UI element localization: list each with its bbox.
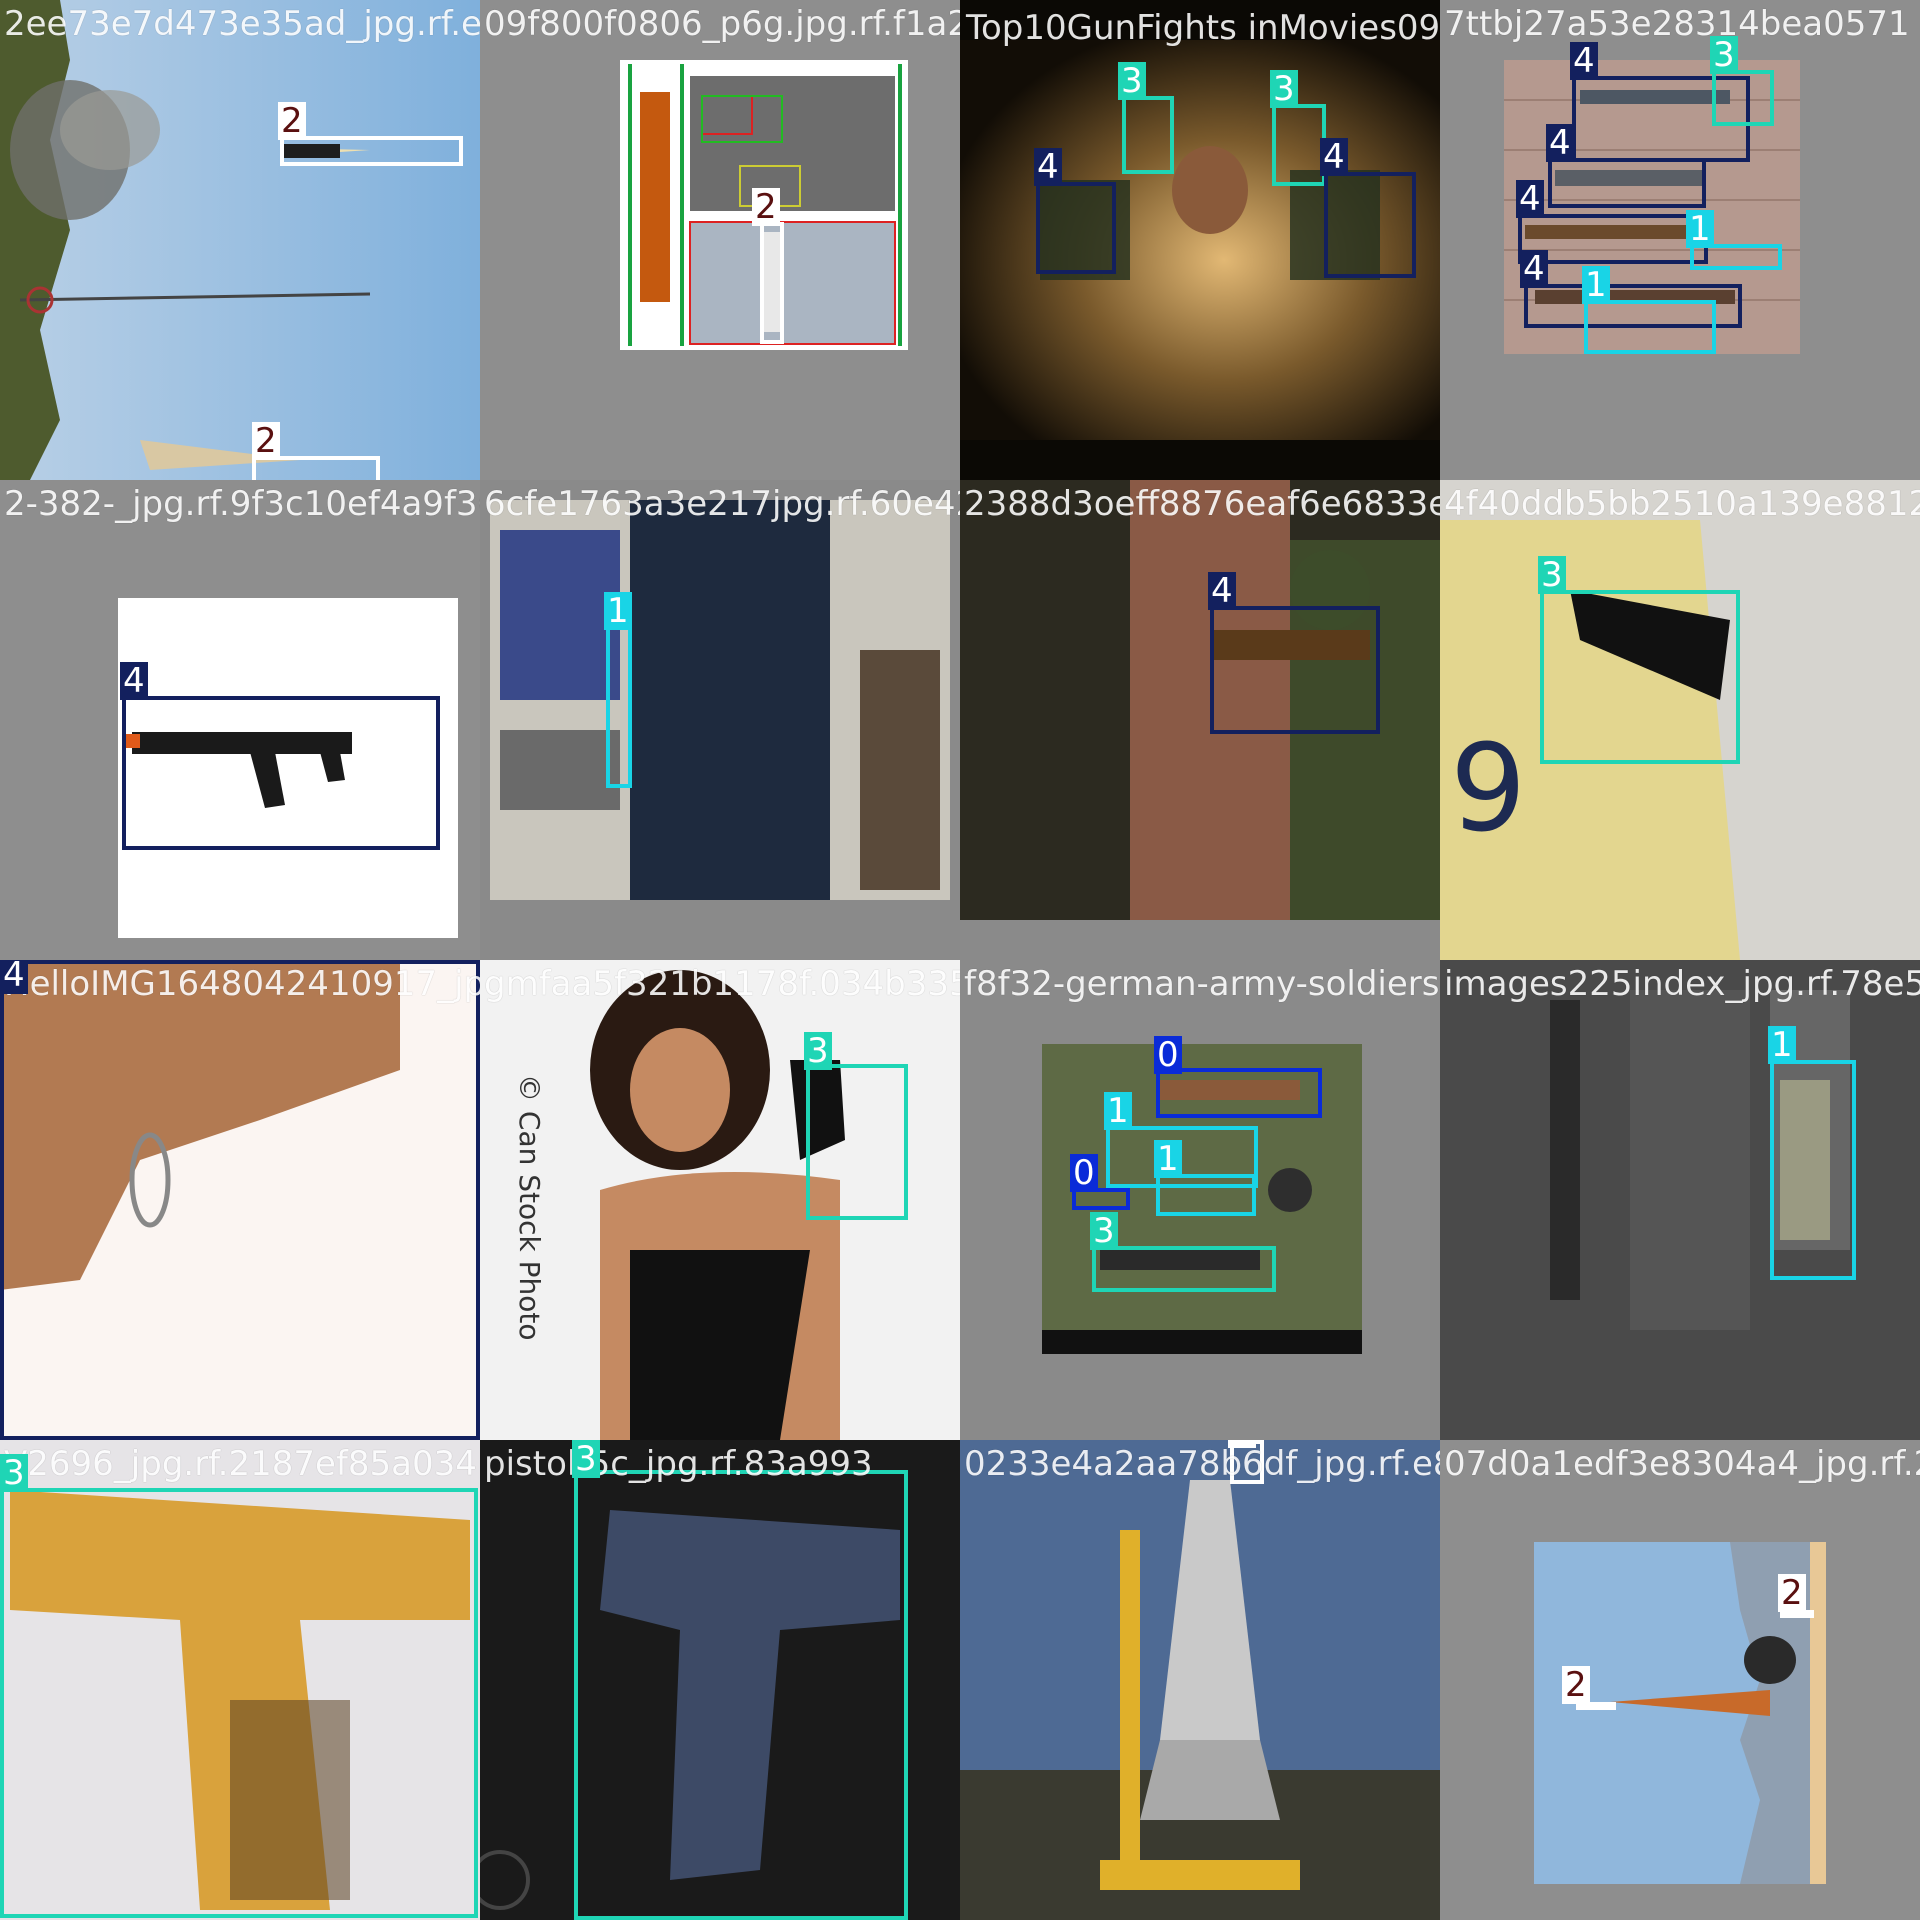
class-label: 0 [1154,1036,1182,1074]
class-label: 4 [1516,180,1544,218]
detection-box [1092,1246,1276,1292]
rocket-launch-image [0,0,480,480]
tile-title: V2696_jpg.rf.2187ef85a034 [4,1444,477,1484]
tile-title: Top10GunFights inMovies09 [966,8,1440,48]
class-label: 3 [804,1032,832,1070]
class-label: 4 [1570,42,1598,80]
tile-rocket-tower: 0233e4a2aa78b6df_jpg.rf.e8 2 [960,1440,1440,1920]
class-label: 2 [1562,1666,1590,1704]
class-label: 4 [1208,572,1236,610]
class-label: 3 [1710,36,1738,74]
office-cctv-image [480,480,960,960]
detection-box [1584,300,1716,354]
detection-box [806,1064,908,1220]
tile-army-equipment: f8f32-german-army-soldiers-equipment 0 1… [960,960,1440,1440]
class-label: 1 [1154,1140,1182,1178]
tile-title: pistol-5c_jpg.rf.83a993 [484,1444,873,1484]
tile-gun-collection: 7ttbj27a53e28314bea0571 4 3 4 4 1 4 1 [1440,0,1920,480]
tile-office-cctv: 6cfe1763a3e217jpg.rf.60e429e 1 [480,480,960,960]
detection-box [1324,172,1416,278]
tile-title: 0233e4a2aa78b6df_jpg.rf.e8 [964,1444,1440,1484]
class-label: 1 [1686,210,1714,248]
detection-box [1540,590,1740,764]
tile-rifle-stock: HelloIMG1648042410917_jpeg.rf.5f32 4 [0,960,480,1440]
class-label: 2 [752,188,780,226]
tile-title: images225index_jpg.rf.78e5 [1444,964,1920,1004]
tile-title: 2ee73e7d473e35ad_jpg.rf.ea0900730d6f786 [4,4,480,44]
class-label: 4 [1320,138,1348,176]
tile-rocket-launch: 2ee73e7d473e35ad_jpg.rf.ea0900730d6f786 … [0,0,480,480]
tile-handgun-shirt: 9 4f40ddb5bb2510a139e8812a 3 [1440,480,1920,960]
class-label: 4 [0,960,28,994]
detection-box [1548,158,1706,208]
detection-box [574,1470,908,1920]
tile-title: 07d0a1edf3e8304a4_jpg.rf.2 [1444,1444,1920,1484]
svg-text:9: 9 [1450,720,1526,859]
class-label: 3 [0,1454,28,1492]
tile-missile-desert: 07d0a1edf3e8304a4_jpg.rf.2 2 2 [1440,1440,1920,1920]
detection-box [122,696,440,850]
tile-title: 09f800f0806_p6g.jpg.rf.f1a242 [484,4,960,44]
tile-title: HelloIMG1648042410917_jpeg.rf.5f32 [4,964,480,1004]
class-label: 4 [1520,250,1548,288]
tile-holster-knife: images225index_jpg.rf.78e5 1 [1440,960,1920,1440]
class-label: 1 [1768,1026,1796,1064]
class-label: 1 [604,592,632,630]
detection-box [280,136,463,166]
class-label: 4 [1546,124,1574,162]
class-label: 2 [1228,1440,1256,1448]
class-label: 3 [572,1440,600,1478]
tile-title: 7ttbj27a53e28314bea0571 [1444,4,1910,44]
tile-document: 09f800f0806_p6g.jpg.rf.f1a242 2 [480,0,960,480]
class-label: 1 [1104,1092,1132,1130]
tile-title: 6cfe1763a3e217jpg.rf.60e429e [484,484,960,524]
svg-text:© Can Stock Photo: © Can Stock Photo [513,1074,546,1341]
class-label: 1 [1582,266,1610,304]
detection-box [760,222,784,344]
class-label: 3 [1118,62,1146,100]
class-label: 3 [1090,1212,1118,1250]
class-label: 2 [1778,1574,1806,1612]
class-label: 3 [1270,70,1298,108]
class-label: 2 [252,422,280,460]
detection-box [1770,1060,1856,1280]
class-label: 0 [1070,1154,1098,1192]
detection-box [1156,1068,1322,1118]
detection-box [1122,96,1174,174]
tile-woman-pistol: © Can Stock Photo gmfaa5f321b1178f.034b3… [480,960,960,1440]
rocket-tower-image [960,1440,1440,1920]
tile-title: 4f40ddb5bb2510a139e8812a [1444,484,1920,524]
tile-gold-pistol: V2696_jpg.rf.2187ef85a034 3 [0,1440,480,1920]
class-label: 4 [120,662,148,700]
tile-title: 2-382-_jpg.rf.9f3c10ef4a9f36 [4,484,480,524]
class-label: 3 [1538,556,1566,594]
detection-mosaic: 2ee73e7d473e35ad_jpg.rf.ea0900730d6f786 … [0,0,1920,1920]
document-image [620,60,908,350]
tile-title: gmfaa5f321b1178f.034b335a [484,964,960,1004]
class-label: 4 [1034,148,1062,186]
tile-title: 2388d3oeff8876eaf6e6833e9 [964,484,1440,524]
detection-box [0,1488,478,1918]
tile-rifle-white: 2-382-_jpg.rf.9f3c10ef4a9f36 4 [0,480,480,960]
tile-scifi-pistol: pistol-5c_jpg.rf.83a993 3 [480,1440,960,1920]
detection-box [1712,70,1774,126]
tile-movie-still: Top10GunFights inMovies09 3 3 4 4 [960,0,1440,480]
tile-soldier-wall: 2388d3oeff8876eaf6e6833e9 4 [960,480,1440,960]
missile-desert-image [1534,1542,1826,1884]
detection-box [1272,104,1326,186]
detection-box [1156,1174,1256,1216]
class-label: 2 [278,102,306,140]
tile-title: f8f32-german-army-soldiers-equipment [964,964,1440,1004]
detection-box [1210,606,1380,734]
detection-box [0,960,480,1440]
detection-box [1036,182,1116,274]
